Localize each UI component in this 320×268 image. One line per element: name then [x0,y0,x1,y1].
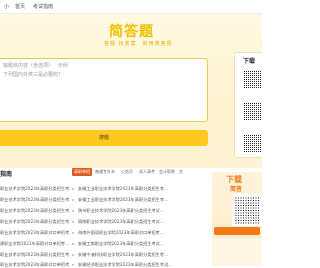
tab-more[interactable]: 文 [177,168,185,176]
qr-code-icon [242,133,262,153]
question-link[interactable]: 安徽工业职业技术学院2023年高职分类招生考... [78,186,203,192]
side-download-title: 下载 [243,58,256,65]
question-link[interactable]: 陕州职业技术学院2023年高职分类招生考试... [78,208,203,214]
question-link[interactable]: 职业技术学院2023年高职分类招生考... [0,186,70,192]
qr-code-icon [232,194,262,226]
tab-civil-servant[interactable]: 公务员 [119,168,135,176]
question-link[interactable]: 安徽工商职业学院2023年高职分类招生考试... [78,241,203,247]
question-link[interactable]: 职业技术学院2023年高职分类招生考... [0,252,70,258]
nav-item-home-icon[interactable]: 小 [4,3,9,10]
nav-item-home[interactable]: 首页 [15,3,25,10]
nav-item-exam-guide[interactable]: 考试指南 [33,3,53,10]
question-input-placeholder: 输题目内容（含选项） 示例 下列国内外类三是必要的？ [3,63,68,78]
site-slogan: 答题 找答案 就用简答题 [104,41,173,47]
question-link[interactable]: 职业技术学院2023年高职分类招生考... [0,208,70,214]
qr-code-icon [242,69,262,89]
question-link[interactable]: 铜陵职业技术学院2023年高职分类招生考试... [78,219,203,225]
question-link[interactable]: 职业技术学院2023年高职对口单招考... [0,230,70,236]
side-download-panel[interactable]: 下载 [234,52,262,158]
question-link[interactable]: 安徽中澳科技职业学院2023年高职分类招生考... [78,252,203,258]
question-link[interactable]: 职业技术学院2023年高职对口单招考... [0,262,70,268]
promo-footer-area [212,238,262,266]
question-link[interactable]: 职业技术学院2023年高职分类招生考... [0,197,70,203]
question-input[interactable]: 输题目内容（含选项） 示例 下列国内外类三是必要的？ [0,58,208,122]
question-link[interactable]: 安徽工业职业技术学院2023年高职分类招生考... [78,197,203,203]
tab-vocational[interactable]: 高职单招 [72,168,92,176]
promo-download-button[interactable] [214,227,260,235]
promo-subtitle: 简答 [230,186,243,193]
hero-search-section: 简答题 答题 找答案 就用简答题 输题目内容（含选项） 示例 下列国内外类三是必… [0,14,262,168]
search-submit-button[interactable]: 搜题 [0,130,208,146]
tab-upgrade[interactable]: 普通专升本 [93,168,117,176]
top-navigation-bar: 小 首页 考试指南 [0,0,262,14]
section-title: 指南 [0,171,13,178]
tab-adult-exam[interactable]: 成人高考 [137,168,157,176]
app-download-promo[interactable]: 下载 简答 [212,172,262,266]
tab-accounting[interactable]: 会计职称 [157,168,177,176]
qr-code-icon [242,101,262,121]
question-link[interactable]: 建职业学院2023年高职对口单招考... [0,241,70,247]
question-link[interactable]: 安徽经济职业技术学院2023年高职分类招生考试... [78,262,203,268]
question-link[interactable]: 海南外国语职业学院2023年高职对口单招考... [78,230,203,236]
question-link[interactable]: 职业技术学院2023年高职分类招生考... [0,219,70,225]
site-logo: 简答题 [109,24,154,40]
